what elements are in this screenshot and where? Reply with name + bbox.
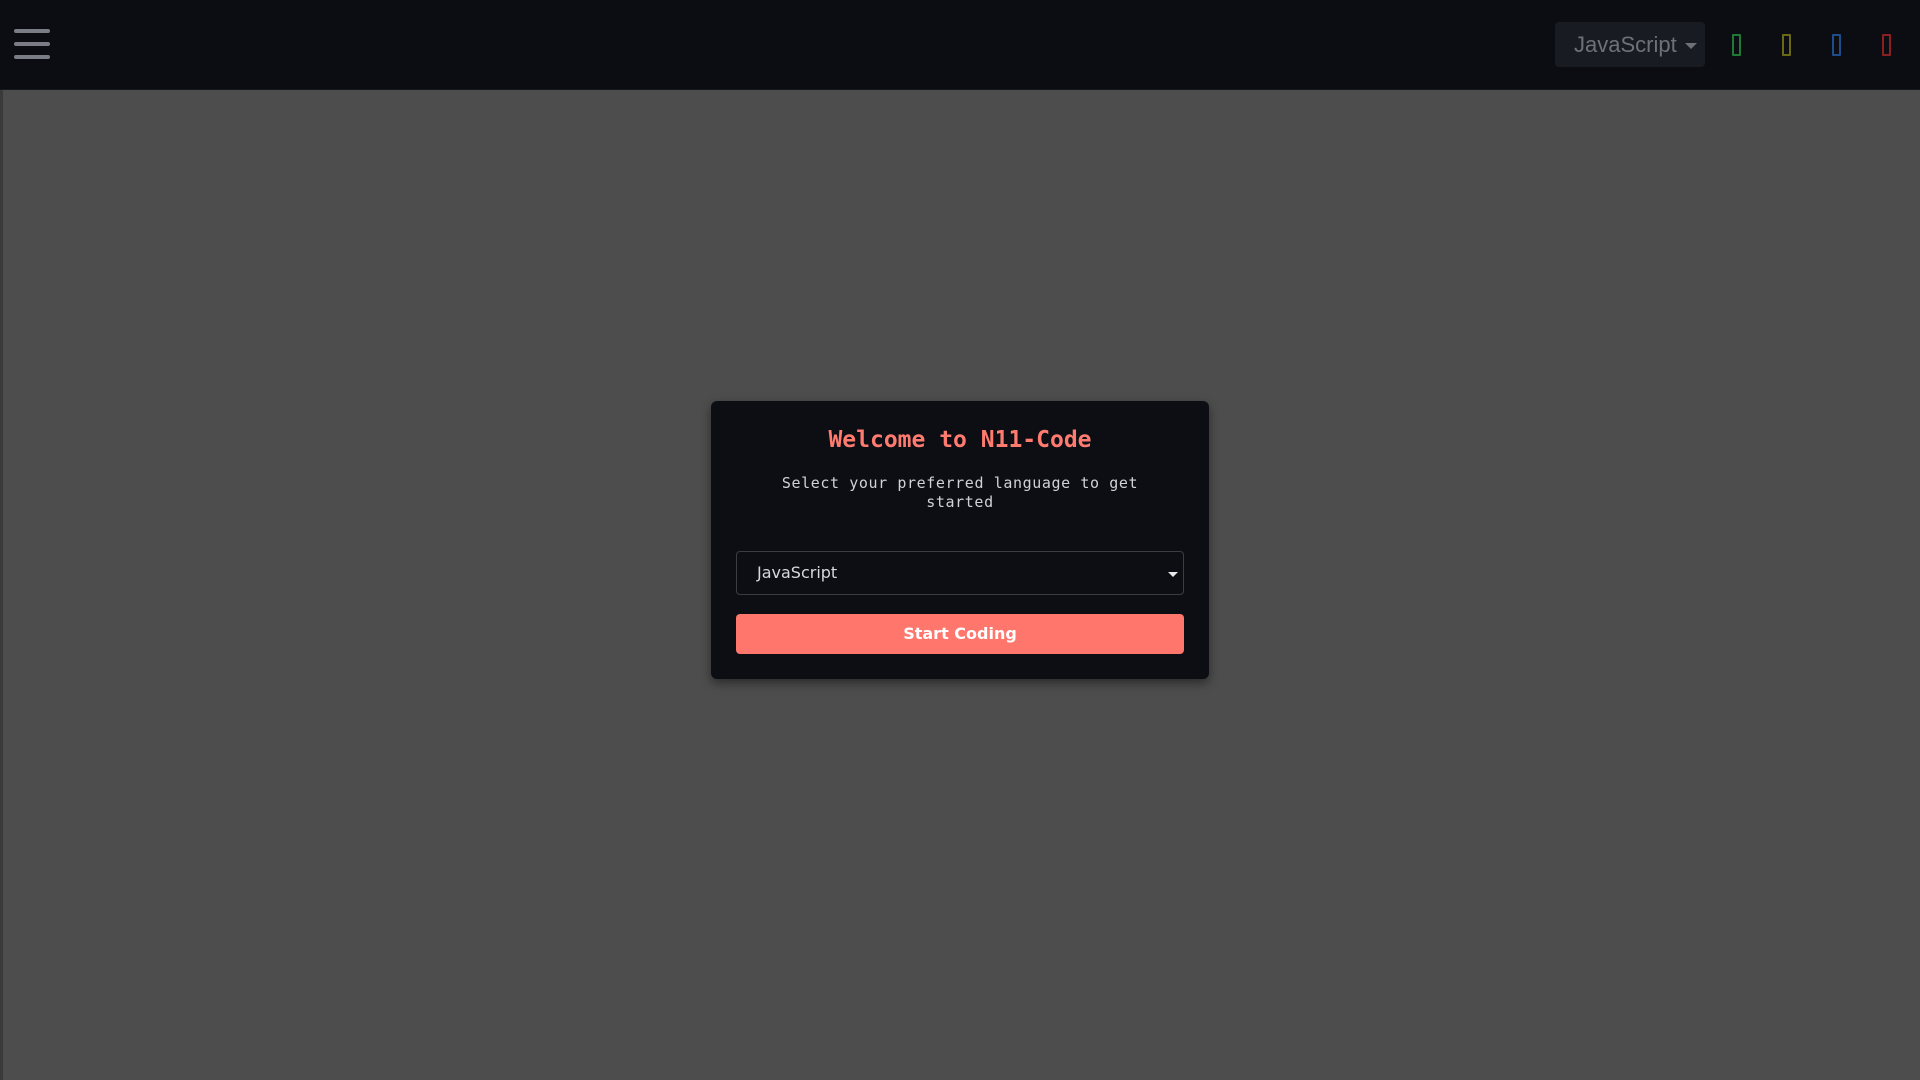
modal-title: Welcome to N11-Code: [828, 427, 1092, 453]
language-select-top-value: JavaScript: [1574, 32, 1677, 57]
start-coding-button[interactable]: Start Coding: [736, 614, 1184, 654]
language-select-value: JavaScript: [757, 563, 838, 582]
chevron-down-icon: [1685, 43, 1697, 49]
modal-subtitle: Select your preferred language to get st…: [781, 474, 1139, 511]
language-select-top[interactable]: JavaScript: [1555, 22, 1705, 67]
format-icon[interactable]: [1782, 34, 1791, 56]
welcome-modal: Welcome to N11-Code Select your preferre…: [711, 401, 1209, 679]
share-icon[interactable]: [1832, 34, 1841, 56]
language-select[interactable]: JavaScript: [736, 551, 1184, 595]
chevron-down-icon: [1168, 572, 1178, 577]
hamburger-line: [14, 42, 50, 46]
editor-left-edge: [0, 90, 3, 1080]
clear-icon[interactable]: [1882, 34, 1891, 56]
hamburger-menu-icon[interactable]: [14, 29, 52, 59]
hamburger-line: [14, 29, 50, 33]
hamburger-line: [14, 55, 50, 59]
top-bar: JavaScript: [0, 0, 1920, 90]
run-icon[interactable]: [1732, 34, 1741, 56]
